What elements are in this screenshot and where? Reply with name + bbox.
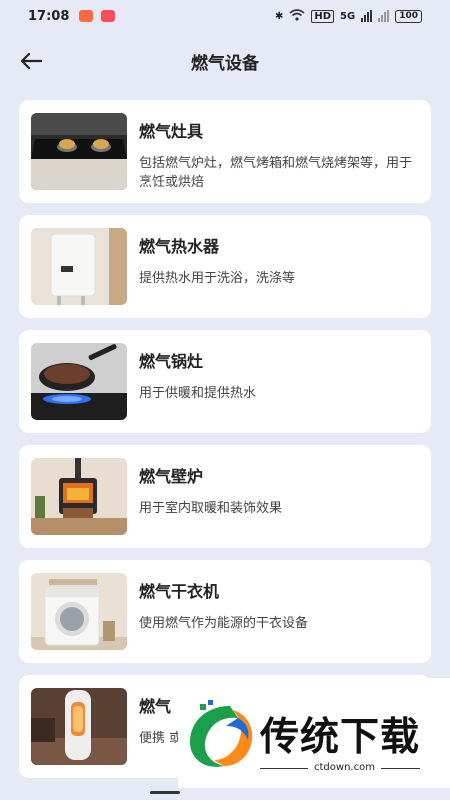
watermark-overlay: 传统下载 ctdown.com <box>178 678 450 788</box>
watermark-brand: 传统下载 <box>260 715 421 760</box>
item-title: 燃气干衣机 <box>139 582 220 601</box>
watermark-url: ctdown.com <box>308 762 381 773</box>
fireplace-image <box>31 458 127 535</box>
battery-icon: 100 <box>395 9 422 23</box>
gas-stove-image <box>31 113 127 190</box>
item-title: 燃气热水器 <box>139 237 220 256</box>
item-description: 使用燃气作为能源的干衣设备 <box>139 616 309 631</box>
watermark-logo-icon <box>190 700 253 767</box>
dryer-image <box>31 573 127 650</box>
status-icons: ✱ HD 5G 100 <box>274 8 422 24</box>
signal-icon <box>378 10 390 22</box>
item-title: 燃气壁炉 <box>139 467 204 486</box>
hd-badge: HD <box>311 9 335 23</box>
item-description: 用于室内取暖和装饰效果 <box>139 501 283 516</box>
network-label: 5G <box>340 10 356 22</box>
arrow-left-icon <box>20 52 42 70</box>
signal-icon <box>361 10 373 22</box>
wifi-icon <box>289 8 305 24</box>
item-description: 提供热水用于洗浴，洗涤等 <box>139 271 296 286</box>
list-item[interactable]: 燃气干衣机 使用燃气作为能源的干衣设备 <box>19 560 431 663</box>
item-description: 包括燃气炉灶，燃气烤箱和燃气烧烤架等，用于烹饪或烘焙 <box>139 156 413 190</box>
item-title: 燃气锅灶 <box>139 352 204 371</box>
list-item[interactable]: 燃气灶具 包括燃气炉灶，燃气烤箱和燃气烧烤架等，用于烹饪或烘焙 <box>19 100 431 203</box>
status-time: 17:08 <box>28 8 70 24</box>
list-item[interactable]: 燃气热水器 提供热水用于洗浴，洗涤等 <box>19 215 431 318</box>
list-item[interactable]: 燃气锅灶 用于供暖和提供热水 <box>19 330 431 433</box>
app-header: 燃气设备 <box>0 40 450 82</box>
pan-on-burner-image <box>31 343 127 420</box>
water-heater-image <box>31 228 127 305</box>
item-title: 燃气灶具 <box>139 122 204 141</box>
notification-icon <box>79 10 94 22</box>
list-item[interactable]: 燃气壁炉 用于室内取暖和装饰效果 <box>19 445 431 548</box>
portable-heater-image <box>31 688 127 765</box>
bluetooth-icon: ✱ <box>274 10 284 22</box>
page-title: 燃气设备 <box>191 53 259 74</box>
status-bar: 17:08 ✱ HD 5G 100 <box>0 0 450 32</box>
item-description: 用于供暖和提供热水 <box>139 386 257 401</box>
back-button[interactable] <box>18 48 44 74</box>
notification-icon <box>101 10 116 22</box>
gesture-bar[interactable] <box>150 791 180 794</box>
